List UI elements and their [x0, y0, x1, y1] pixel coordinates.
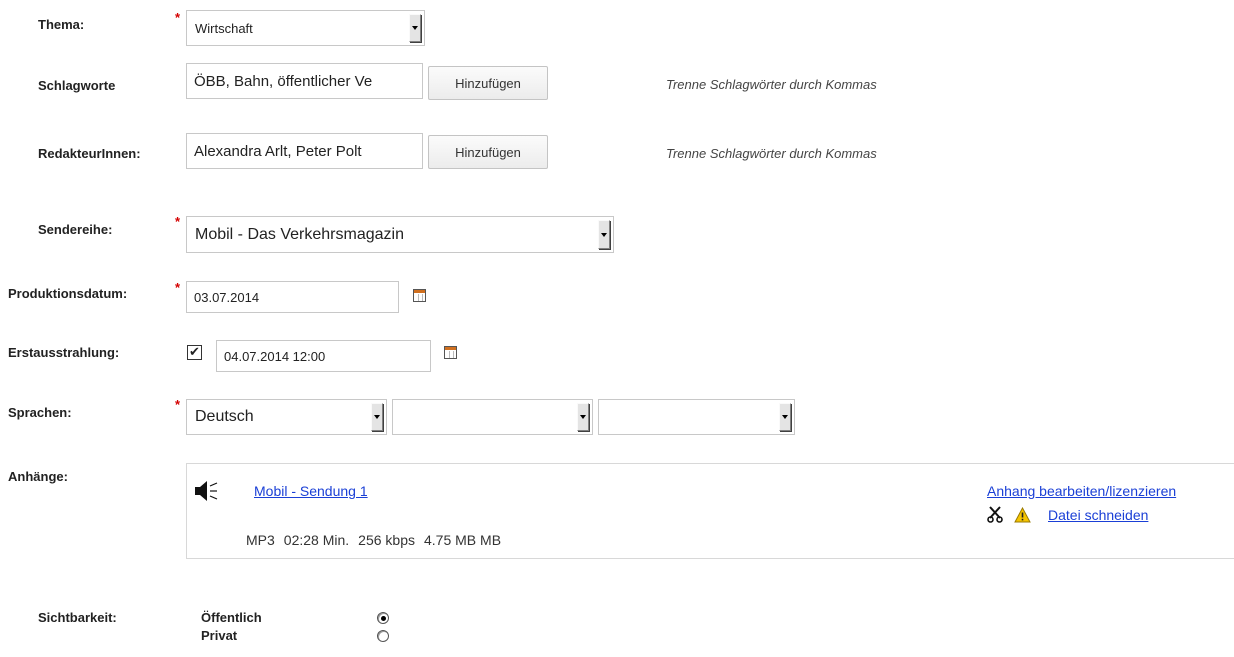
redakteure-add-button[interactable]: Hinzufügen: [428, 135, 548, 169]
schlagworte-label: Schlagworte: [38, 78, 116, 93]
edit-attachment-link[interactable]: Anhang bearbeiten/lizenzieren: [987, 483, 1176, 499]
attachment-title-link[interactable]: Mobil - Sendung 1: [254, 483, 368, 499]
visibility-private-radio[interactable]: [377, 630, 389, 642]
thema-label: Thema:: [38, 17, 85, 32]
cut-file-link[interactable]: Datei schneiden: [1048, 507, 1148, 523]
sprachen-select-1[interactable]: Deutsch: [186, 399, 387, 435]
thema-required-mark: *: [175, 10, 181, 25]
visibility-option-public-label: Öffentlich: [201, 610, 262, 625]
attachment-duration: 02:28 Min.: [283, 532, 350, 548]
anhaenge-label: Anhänge:: [8, 469, 68, 484]
sichtbarkeit-label: Sichtbarkeit:: [38, 610, 117, 625]
sendereihe-select-value: Mobil - Das Verkehrsmagazin: [195, 225, 404, 243]
redakteure-hint: Trenne Schlagwörter durch Kommas: [666, 146, 877, 161]
speaker-icon: [195, 481, 218, 501]
warning-icon: [1014, 507, 1031, 523]
sprachen-select-2-arrow[interactable]: [577, 403, 589, 431]
erstausstrahlung-checkbox[interactable]: ✔: [187, 345, 202, 360]
visibility-option-private-label: Privat: [201, 628, 238, 643]
produktionsdatum-input[interactable]: 03.07.2014: [186, 281, 399, 313]
sprachen-select-1-arrow[interactable]: [371, 403, 383, 431]
visibility-public-radio[interactable]: [377, 612, 389, 624]
sendereihe-select[interactable]: Mobil - Das Verkehrsmagazin: [186, 216, 614, 253]
sprachen-select-1-value: Deutsch: [195, 408, 254, 425]
thema-select-value: Wirtschaft: [195, 20, 253, 36]
redakteure-label: RedakteurInnen:: [38, 146, 141, 161]
attachment-format: MP3: [246, 532, 275, 548]
sprachen-select-3-value: [599, 400, 779, 434]
sprachen-label: Sprachen:: [8, 405, 72, 420]
sprachen-required-mark: *: [175, 397, 181, 412]
erstausstrahlung-label: Erstausstrahlung:: [8, 345, 120, 360]
sendereihe-label: Sendereihe:: [38, 222, 113, 237]
attachment-bitrate: 256 kbps: [358, 532, 415, 548]
thema-select[interactable]: Wirtschaft: [186, 10, 425, 46]
sprachen-select-3-arrow[interactable]: [779, 403, 791, 431]
schlagworte-add-button[interactable]: Hinzufügen: [428, 66, 548, 100]
produktionsdatum-calendar-icon[interactable]: [413, 289, 426, 302]
sprachen-select-2-value: [393, 400, 577, 434]
attachment-size: 4.75 MB MB: [424, 532, 502, 548]
sprachen-select-3[interactable]: [598, 399, 795, 435]
attachment-meta: MP3 02:28 Min. 256 kbps 4.75 MB MB: [246, 532, 501, 548]
scissors-icon[interactable]: [987, 506, 1004, 523]
thema-dropdown-arrow[interactable]: [409, 14, 421, 42]
sprachen-select-2[interactable]: [392, 399, 593, 435]
produktionsdatum-required-mark: *: [175, 280, 181, 295]
sendereihe-required-mark: *: [175, 214, 181, 229]
schlagworte-hint: Trenne Schlagwörter durch Kommas: [666, 77, 877, 92]
schlagworte-input[interactable]: ÖBB, Bahn, öffentlicher Ve: [186, 63, 423, 99]
redakteure-input[interactable]: Alexandra Arlt, Peter Polt: [186, 133, 423, 169]
erstausstrahlung-calendar-icon[interactable]: [444, 346, 457, 359]
erstausstrahlung-input[interactable]: 04.07.2014 12:00: [216, 340, 431, 372]
sendereihe-dropdown-arrow[interactable]: [598, 220, 610, 249]
produktionsdatum-label: Produktionsdatum:: [8, 286, 128, 301]
